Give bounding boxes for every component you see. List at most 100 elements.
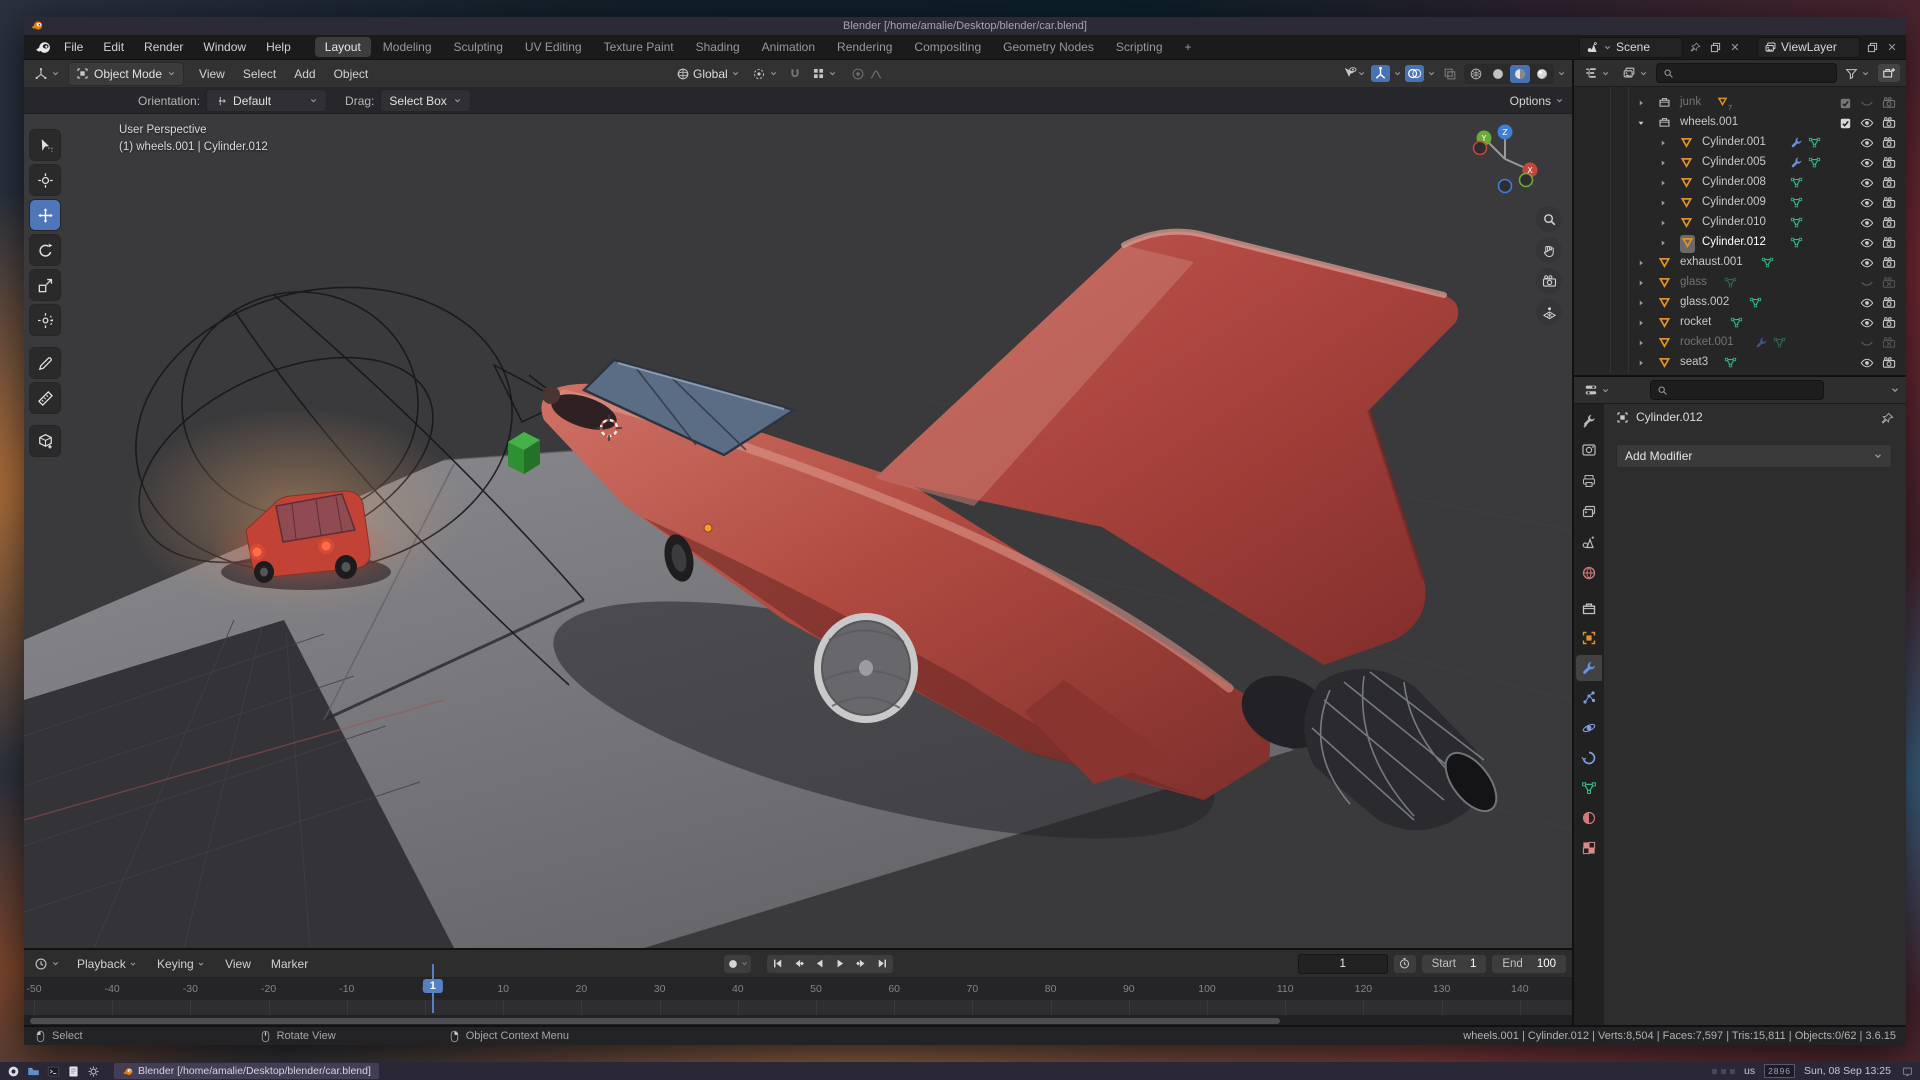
properties-tab-texture[interactable]: [1576, 835, 1602, 861]
text-editor-icon[interactable]: [66, 1064, 80, 1078]
outliner-item-label[interactable]: rocket: [1680, 316, 1711, 328]
render-visibility-on-icon[interactable]: [1882, 96, 1896, 110]
eye-open-icon[interactable]: [1860, 196, 1874, 210]
render-visibility-on-icon[interactable]: [1882, 316, 1896, 330]
show-desktop-icon[interactable]: [1900, 1064, 1914, 1078]
properties-tab-output[interactable]: [1576, 468, 1602, 494]
tab-compositing[interactable]: Compositing: [904, 37, 991, 57]
mesh-data-icon[interactable]: [1730, 316, 1743, 329]
jump-end-button[interactable]: [872, 955, 893, 973]
outliner-item-label[interactable]: exhaust.001: [1680, 256, 1743, 268]
expand-icon[interactable]: [1636, 318, 1646, 331]
menu-object[interactable]: Object: [325, 67, 378, 81]
outliner-row-seat3[interactable]: seat3: [1574, 353, 1906, 373]
snap-settings-selector[interactable]: [808, 65, 841, 82]
timeline-ruler[interactable]: -50-40-30-20-100102030405060708090100110…: [24, 978, 1572, 1000]
render-visibility-on-icon[interactable]: [1882, 236, 1896, 250]
outliner-display-mode-button[interactable]: [1618, 64, 1652, 82]
outliner-search-input[interactable]: [1678, 66, 1830, 80]
outliner-item-label[interactable]: seat3: [1680, 356, 1708, 368]
snap-magnet-icon[interactable]: [788, 67, 802, 81]
frame-end-field[interactable]: End 100: [1492, 955, 1566, 973]
frame-start-field[interactable]: Start 1: [1422, 955, 1487, 973]
auto-keying-toggle[interactable]: [724, 955, 751, 973]
unlink-scene-button[interactable]: ✕: [1727, 39, 1743, 55]
menu-window[interactable]: Window: [194, 40, 255, 54]
properties-tab-particles[interactable]: [1576, 685, 1602, 711]
expand-icon[interactable]: [1658, 238, 1668, 251]
outliner-filter-button[interactable]: [1841, 65, 1874, 82]
outliner-row-cylinder-010[interactable]: Cylinder.010: [1574, 213, 1906, 233]
render-visibility-on-icon[interactable]: [1882, 196, 1896, 210]
mesh-data-icon[interactable]: [1761, 256, 1774, 269]
terminal-icon[interactable]: [46, 1064, 60, 1078]
pan-view-button[interactable]: [1536, 237, 1562, 263]
outliner-editor-type-button[interactable]: [1580, 64, 1614, 82]
new-scene-button[interactable]: [1707, 39, 1723, 55]
properties-search[interactable]: [1650, 380, 1824, 400]
tab-animation[interactable]: Animation: [752, 37, 825, 57]
system-monitor-applet[interactable]: 2896: [1764, 1064, 1795, 1078]
menu-playback[interactable]: Playback: [68, 957, 146, 971]
eye-closed-icon[interactable]: [1860, 96, 1874, 110]
tool-annotate-button[interactable]: [30, 348, 60, 378]
expand-icon[interactable]: [1636, 358, 1646, 371]
properties-tab-tool[interactable]: [1576, 408, 1602, 434]
jump-start-button[interactable]: [767, 955, 788, 973]
outliner-row-rocket-001[interactable]: rocket.001: [1574, 333, 1906, 353]
system-tray[interactable]: [1712, 1069, 1735, 1074]
timeline-track[interactable]: [24, 1000, 1572, 1015]
expand-icon[interactable]: [1658, 178, 1668, 191]
expand-icon[interactable]: [1636, 98, 1646, 111]
shading-rendered-button[interactable]: [1532, 65, 1552, 83]
eye-open-icon[interactable]: [1860, 116, 1874, 130]
render-visibility-on-icon[interactable]: [1882, 156, 1896, 170]
eye-open-icon[interactable]: [1860, 236, 1874, 250]
eye-open-icon[interactable]: [1860, 356, 1874, 370]
menu-edit[interactable]: Edit: [94, 40, 133, 54]
expand-icon[interactable]: [1636, 338, 1646, 351]
tool-add-cube-button[interactable]: [30, 426, 60, 456]
properties-tab-physics[interactable]: [1576, 715, 1602, 741]
menu-marker[interactable]: Marker: [262, 957, 317, 971]
outliner-item-label[interactable]: rocket.001: [1680, 336, 1734, 348]
eye-open-icon[interactable]: [1860, 136, 1874, 150]
tab-shading[interactable]: Shading: [686, 37, 750, 57]
tool-rotate-button[interactable]: [30, 235, 60, 265]
scene-selector[interactable]: Scene: [1579, 37, 1683, 58]
tool-cursor-button[interactable]: [30, 165, 60, 195]
eye-open-icon[interactable]: [1860, 176, 1874, 190]
outliner-item-label[interactable]: Cylinder.010: [1702, 216, 1766, 228]
mesh-data-icon[interactable]: [1790, 196, 1803, 209]
orientation-dropdown[interactable]: Default: [206, 89, 327, 112]
outliner-item-label[interactable]: glass.002: [1680, 296, 1729, 308]
outliner-item-label[interactable]: Cylinder.008: [1702, 176, 1766, 188]
eye-open-icon[interactable]: [1860, 216, 1874, 230]
properties-tab-collection[interactable]: [1576, 596, 1602, 622]
proportional-falloff-icon[interactable]: [869, 67, 883, 81]
prev-key-button[interactable]: [788, 955, 809, 973]
tool-measure-button[interactable]: [30, 383, 60, 413]
options-dropdown[interactable]: Options: [1510, 94, 1564, 108]
viewport-canvas[interactable]: [24, 60, 1572, 948]
proportional-editing-icon[interactable]: [851, 67, 865, 81]
keyboard-layout-indicator[interactable]: us: [1744, 1065, 1755, 1077]
settings-icon[interactable]: [86, 1064, 100, 1078]
eye-closed-icon[interactable]: [1860, 276, 1874, 290]
menu-help[interactable]: Help: [257, 40, 300, 54]
tab-geometry-nodes[interactable]: Geometry Nodes: [993, 37, 1104, 57]
shading-solid-button[interactable]: [1488, 65, 1508, 83]
zoom-view-button[interactable]: [1536, 206, 1562, 232]
tab-rendering[interactable]: Rendering: [827, 37, 902, 57]
tab-sculpting[interactable]: Sculpting: [444, 37, 513, 57]
expand-icon[interactable]: [1658, 138, 1668, 151]
outliner-row-rocket[interactable]: rocket: [1574, 313, 1906, 333]
visibility-selector[interactable]: [1340, 65, 1368, 82]
menu-view[interactable]: View: [216, 957, 260, 971]
outliner-row-cylinder-012[interactable]: Cylinder.012: [1574, 233, 1906, 253]
play-back-button[interactable]: [809, 955, 830, 973]
mesh-data-icon[interactable]: [1790, 216, 1803, 229]
mesh-data-icon[interactable]: [1808, 136, 1821, 149]
scrollbar-thumb[interactable]: [30, 1018, 1280, 1024]
tool-scale-button[interactable]: [30, 270, 60, 300]
